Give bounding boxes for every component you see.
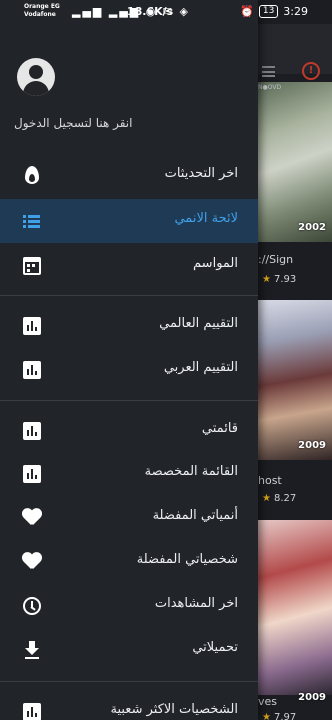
- bar-chart-icon: [22, 316, 42, 336]
- menu-item-favorite-anime[interactable]: أنمياتي المفضلة: [0, 496, 258, 540]
- rating-value: 8.27: [273, 493, 297, 504]
- flame-icon: [22, 166, 42, 186]
- poster-year: 2002: [298, 222, 326, 233]
- poster-rating: ★ 7.93: [262, 274, 296, 285]
- network-speed: 18.6K/s: [127, 5, 174, 18]
- menu-item-latest-updates[interactable]: اخر التحديثات: [0, 154, 258, 198]
- menu-icon[interactable]: [262, 66, 275, 77]
- carrier-1: Orange EG: [24, 3, 60, 10]
- poster-rating: ★ 8.27: [262, 493, 296, 504]
- divider: [0, 295, 258, 296]
- anime-poster[interactable]: [258, 82, 332, 242]
- poster-tag: N●OVD: [258, 84, 282, 91]
- avatar-icon[interactable]: [17, 58, 55, 96]
- menu-item-seasons[interactable]: المواسم: [0, 244, 258, 288]
- menu-item-popular-characters[interactable]: الشخصيات الاكثر شعبية: [0, 690, 258, 720]
- bar-chart-icon: [22, 702, 42, 720]
- menu-item-arab-rating[interactable]: التقييم العربي: [0, 348, 258, 392]
- carrier-label: Orange EG Vodafone: [24, 3, 60, 19]
- background-toolbar: !: [258, 24, 332, 80]
- bar-chart-icon: [22, 421, 42, 441]
- menu-item-label: الشخصيات الاكثر شعبية: [110, 702, 238, 717]
- download-icon: [22, 640, 42, 660]
- menu-item-label: تحميلاتي: [192, 640, 238, 655]
- star-icon: ★: [262, 274, 271, 285]
- bar-chart-icon: [22, 464, 42, 484]
- poster-title: ://Sign: [258, 253, 294, 266]
- star-icon: ★: [262, 493, 271, 504]
- list-icon: [22, 211, 42, 231]
- poster-year: 2009: [298, 440, 326, 451]
- clock-time: 3:29: [283, 5, 308, 18]
- menu-item-label: اخر المشاهدات: [154, 596, 238, 611]
- menu-item-downloads[interactable]: تحميلاتي: [0, 628, 258, 672]
- navigation-drawer: انقر هنا لتسجيل الدخول اخر التحديثات لائ…: [0, 0, 258, 720]
- poster-year: 2009: [298, 692, 326, 703]
- bar-chart-icon: [22, 360, 42, 380]
- rating-value: 7.93: [273, 274, 297, 285]
- menu-item-global-rating[interactable]: التقييم العالمي: [0, 304, 258, 348]
- menu-item-label: التقييم العالمي: [159, 316, 238, 331]
- menu-item-label: اخر التحديثات: [164, 166, 238, 181]
- alarm-icon: ⏰: [240, 5, 254, 18]
- menu-item-label: قائمتي: [201, 421, 238, 436]
- heart-icon: [22, 552, 42, 572]
- menu-item-favorite-characters[interactable]: شخصياتي المفضلة: [0, 540, 258, 584]
- menu-item-label: أنمياتي المفضلة: [152, 508, 238, 523]
- star-icon: ★: [262, 712, 271, 720]
- menu-item-recently-watched[interactable]: اخر المشاهدات: [0, 584, 258, 628]
- menu-item-my-list[interactable]: قائمتي: [0, 409, 258, 453]
- clock-icon: [22, 596, 42, 616]
- menu-item-anime-list[interactable]: لائحة الانمي: [0, 199, 258, 243]
- carrier-2: Vodafone: [24, 11, 56, 18]
- status-bar: Orange EG Vodafone ▂▄▆ ▂▄▆ ◉ ✉ ◈ 18.6K/s…: [0, 0, 332, 24]
- calendar-icon: [22, 256, 42, 276]
- alert-icon[interactable]: !: [302, 62, 320, 80]
- poster-title: host: [258, 474, 282, 487]
- menu-item-label: المواسم: [193, 256, 238, 271]
- background-anime-list: ! N●OVD 2002 ://Sign ★ 7.93 2009 host ★ 8.…: [258, 0, 332, 720]
- status-right: ⏰ 13 3:29: [240, 5, 308, 18]
- menu-item-custom-list[interactable]: القائمة المخصصة: [0, 452, 258, 496]
- divider: [0, 400, 258, 401]
- heart-icon: [22, 508, 42, 528]
- anime-poster[interactable]: [258, 520, 332, 695]
- menu-item-label: التقييم العربي: [163, 360, 238, 375]
- menu-item-label: شخصياتي المفضلة: [136, 552, 238, 567]
- anime-poster[interactable]: [258, 300, 332, 460]
- divider: [0, 681, 258, 682]
- battery-level: 13: [258, 5, 279, 18]
- poster-title: ves: [258, 695, 278, 708]
- login-link[interactable]: انقر هنا لتسجيل الدخول: [14, 116, 132, 130]
- poster-rating: ★ 7.97: [262, 712, 296, 720]
- rating-value: 7.97: [273, 712, 297, 720]
- menu-item-label: لائحة الانمي: [174, 211, 238, 226]
- menu-item-label: القائمة المخصصة: [144, 464, 238, 479]
